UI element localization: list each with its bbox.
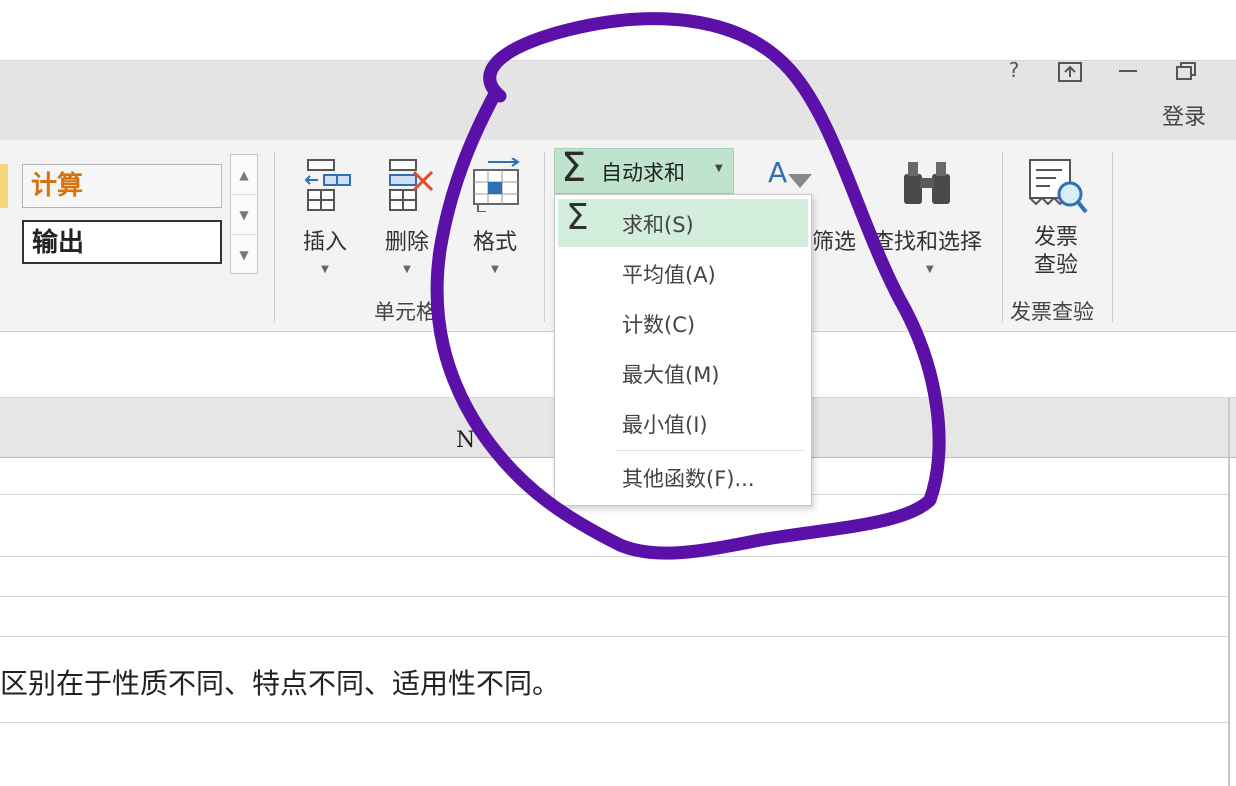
- chevron-down-icon: ▼: [321, 264, 329, 275]
- style-swatch-edge: [0, 164, 8, 208]
- gallery-up-icon[interactable]: ▲: [231, 155, 257, 195]
- binoculars-icon[interactable]: [898, 160, 958, 208]
- invoice-verify-icon[interactable]: [1026, 158, 1090, 216]
- menu-item-min[interactable]: 最小值(I): [558, 399, 808, 447]
- autosum-dropdown-menu: Σ 求和(S) 平均值(A) 计数(C) 最大值(M) 最小值(I) 其他函数(…: [554, 194, 812, 506]
- title-bar: ? 登录: [0, 60, 1236, 140]
- autosum-button[interactable]: Σ 自动求和 ▼: [554, 145, 734, 194]
- menu-item-count[interactable]: 计数(C): [558, 299, 808, 347]
- invoice-verify-label-line2: 查验: [1034, 253, 1079, 278]
- find-select-button[interactable]: 查找和选择: [872, 224, 982, 256]
- cell-style-calc[interactable]: 计算: [22, 164, 222, 208]
- group-separator: [1112, 152, 1113, 322]
- menu-separator: [615, 450, 805, 451]
- menu-item-average[interactable]: 平均值(A): [558, 249, 808, 297]
- delete-cells-icon: [380, 158, 434, 212]
- column-header-n[interactable]: N: [456, 428, 475, 453]
- menu-item-sum[interactable]: Σ 求和(S): [558, 197, 808, 247]
- sort-filter-label: 筛选: [812, 230, 857, 255]
- insert-cells-icon: [298, 158, 352, 212]
- restore-icon[interactable]: [1166, 61, 1206, 87]
- sigma-icon: Σ: [566, 197, 589, 238]
- filter-funnel-icon: [788, 174, 812, 188]
- group-separator: [274, 152, 275, 322]
- menu-item-more-functions[interactable]: 其他函数(F)...: [558, 453, 808, 501]
- menu-item-label: 其他函数(F)...: [622, 467, 755, 491]
- gallery-more-icon[interactable]: ▼: [231, 235, 257, 275]
- menu-item-max[interactable]: 最大值(M): [558, 349, 808, 397]
- help-icon[interactable]: ?: [994, 60, 1034, 87]
- insert-label: 插入: [302, 230, 347, 255]
- grid-row-line: [0, 596, 1228, 597]
- grid-row-line: [0, 636, 1228, 637]
- invoice-verify-label-line1: 发票: [1034, 225, 1079, 250]
- delete-button[interactable]: 删除 ▼: [372, 158, 442, 275]
- format-label: 格式: [472, 230, 517, 255]
- grid-right-border: [1228, 398, 1230, 786]
- ribbon-display-options-icon[interactable]: [1050, 61, 1090, 87]
- group-separator: [544, 152, 545, 322]
- top-margin: [0, 0, 1236, 60]
- grid-row-line: [0, 556, 1228, 557]
- invoice-group-label: 发票查验: [1010, 300, 1094, 324]
- invoice-verify-button[interactable]: 发票 查验: [1034, 224, 1078, 280]
- menu-item-label: 平均值(A): [622, 263, 716, 287]
- gallery-down-icon[interactable]: ▼: [231, 195, 257, 235]
- chevron-down-icon[interactable]: ▼: [715, 163, 723, 174]
- cell-text[interactable]: 区别在于性质不同、特点不同、适用性不同。: [0, 662, 560, 702]
- menu-item-label: 求和(S): [622, 213, 694, 237]
- minimize-icon[interactable]: [1108, 61, 1148, 87]
- styles-gallery-scroller[interactable]: ▲ ▼ ▼: [230, 154, 258, 274]
- chevron-down-icon: ▼: [403, 264, 411, 275]
- format-button[interactable]: 格式 ▼: [460, 157, 530, 275]
- insert-button[interactable]: 插入 ▼: [290, 158, 360, 275]
- chevron-down-icon: ▼: [926, 264, 934, 275]
- group-separator: [1002, 152, 1003, 322]
- format-cells-icon: [468, 157, 522, 213]
- sort-az-icon: A: [768, 156, 788, 189]
- autosum-label: 自动求和: [601, 161, 685, 185]
- grid-row-line: [0, 722, 1228, 723]
- login-link[interactable]: 登录: [1162, 99, 1206, 131]
- menu-item-label: 计数(C): [622, 313, 696, 337]
- menu-item-label: 最大值(M): [622, 363, 720, 387]
- delete-label: 删除: [384, 230, 429, 255]
- menu-item-label: 最小值(I): [622, 413, 708, 437]
- sigma-icon: Σ: [561, 145, 587, 191]
- cells-group-label: 单元格: [374, 300, 437, 324]
- cell-style-output[interactable]: 输出: [22, 220, 222, 264]
- chevron-down-icon: ▼: [491, 264, 499, 275]
